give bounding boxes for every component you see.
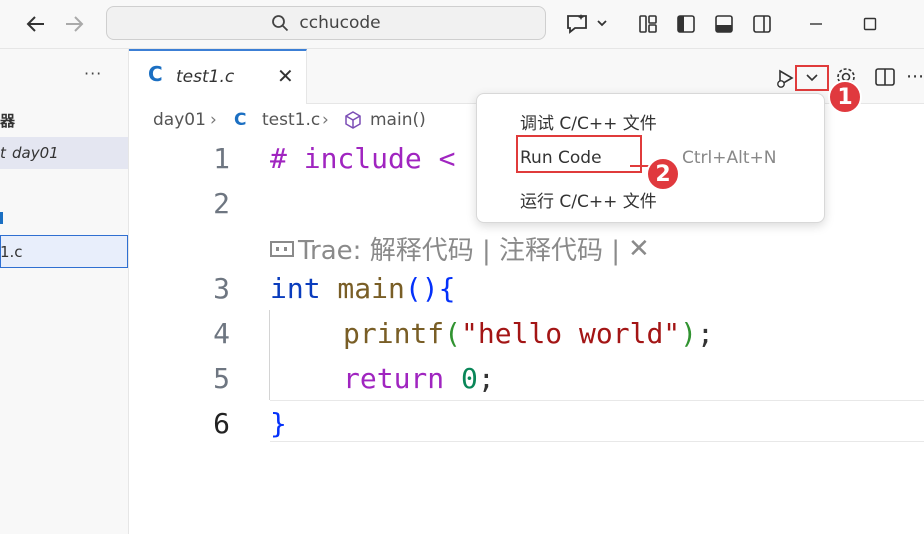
search-text: cchucode (299, 13, 381, 33)
step-badge-2: 2 (646, 157, 680, 191)
function-name: main (320, 272, 405, 305)
line-number: 4 (213, 317, 230, 350)
menu-item-run-file[interactable]: 运行 C/C++ 文件 (520, 187, 657, 212)
line-number: 5 (213, 362, 230, 395)
trae-logo-icon (270, 239, 294, 259)
indent-guide (269, 310, 270, 400)
trae-codelens[interactable]: Trae: 解释代码 | 注释代码 | ✕ (270, 230, 650, 267)
line-number: 2 (213, 187, 230, 220)
breadcrumb-separator-icon: › (322, 110, 329, 130)
code-token: { (438, 272, 456, 305)
command-search-box[interactable]: cchucode (106, 6, 546, 40)
run-code-highlight-box (516, 135, 642, 173)
more-actions-icon[interactable]: ··· (84, 64, 102, 83)
toggle-primary-sidebar-icon[interactable] (670, 8, 702, 40)
code-token: ; (477, 362, 495, 395)
debug-run-icon[interactable] (774, 66, 796, 90)
code-line-1[interactable]: # include < (270, 142, 455, 175)
maximize-icon[interactable] (854, 8, 886, 40)
codelens-text: Trae: 解释代码 | 注释代码 | (298, 236, 621, 266)
search-icon (271, 14, 289, 32)
explorer-sidebar (0, 49, 129, 534)
code-line-3[interactable]: int main(){ (270, 272, 455, 305)
code-token: () (404, 272, 439, 305)
c-language-icon: C (234, 110, 247, 130)
code-token: ; (697, 317, 714, 350)
toggle-panel-icon[interactable] (708, 8, 740, 40)
code-token: ( (444, 317, 462, 350)
line-number: 3 (213, 272, 230, 305)
minimize-icon[interactable] (800, 8, 832, 40)
split-editor-icon[interactable] (872, 64, 898, 90)
step-badge-1: 1 (828, 80, 862, 114)
menu-item-debug-file[interactable]: 调试 C/C++ 文件 (520, 109, 657, 134)
preprocessor-keyword: # include (270, 142, 422, 175)
code-token: < (421, 142, 456, 175)
code-line-4[interactable]: printf("hello world"); (343, 317, 714, 350)
c-language-icon: C (148, 62, 163, 86)
menu-shortcut: Ctrl+Alt+N (682, 148, 777, 168)
sidebar-file-icon (0, 212, 3, 224)
tab-label: test1.c (176, 67, 235, 87)
current-line-highlight (270, 400, 924, 442)
chat-sparkle-icon[interactable] (562, 8, 612, 40)
back-arrow-icon[interactable] (20, 8, 52, 40)
type-keyword: int (270, 272, 321, 305)
toggle-secondary-sidebar-icon[interactable] (746, 8, 778, 40)
sidebar-folder-label: day01 (12, 144, 59, 162)
code-token: } (270, 407, 287, 440)
breadcrumb-file[interactable]: test1.c (262, 110, 320, 130)
function-call: printf (343, 317, 445, 350)
line-number: 6 (213, 407, 230, 440)
layout-customize-icon[interactable] (632, 8, 664, 40)
return-keyword: return (343, 362, 445, 395)
method-cube-icon (342, 109, 364, 131)
sidebar-section-title: 器 (0, 112, 16, 130)
breadcrumb-separator-icon: › (210, 110, 217, 130)
close-icon[interactable]: ✕ (277, 64, 294, 88)
code-line-5[interactable]: return 0; (343, 362, 495, 395)
dropdown-highlight-box (795, 65, 829, 91)
line-number: 1 (213, 142, 230, 175)
code-token: ) (680, 317, 698, 350)
more-actions-icon[interactable]: ⋯ (906, 66, 924, 87)
breadcrumb-symbol[interactable]: main() (370, 110, 426, 130)
forward-arrow-icon[interactable] (58, 8, 90, 40)
sidebar-folder-prefix: t (0, 144, 6, 162)
sidebar-file-label: 1.c (0, 243, 23, 261)
code-line-6[interactable]: } (270, 407, 287, 440)
breadcrumb-folder[interactable]: day01 (153, 110, 206, 130)
close-icon[interactable]: ✕ (628, 234, 650, 264)
number-literal: 0 (461, 362, 478, 395)
string-literal: "hello world" (461, 317, 681, 350)
